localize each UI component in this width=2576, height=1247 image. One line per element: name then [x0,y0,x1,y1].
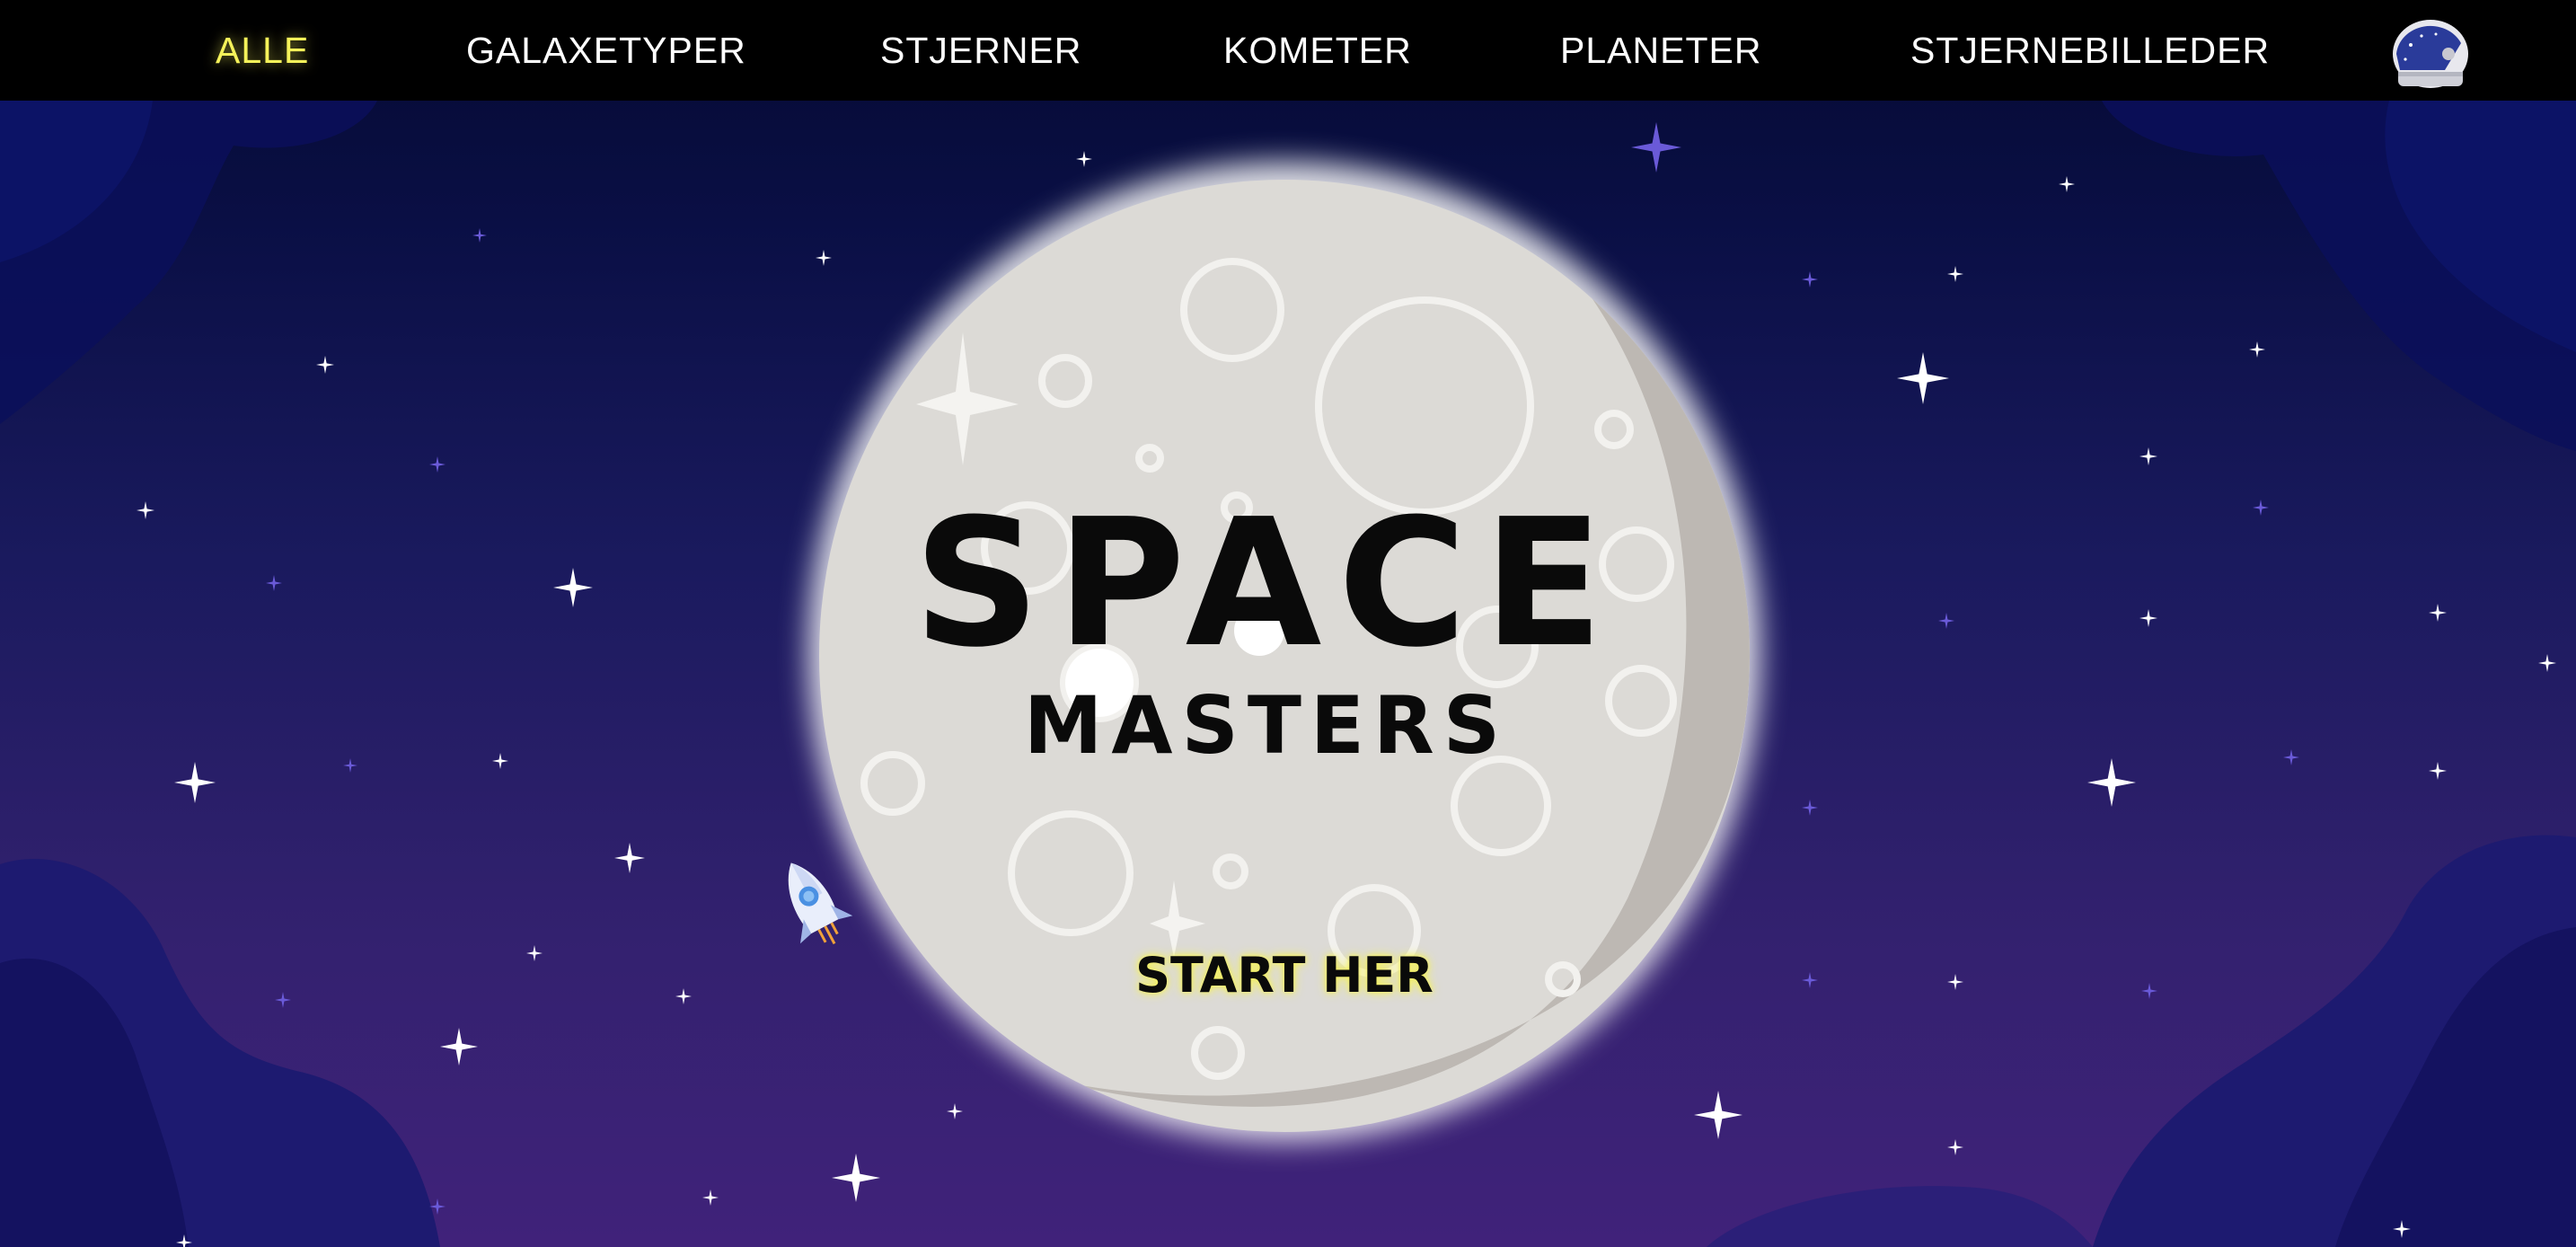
rocket-icon [788,862,853,945]
nav-item-stjerner[interactable]: STJERNER [880,27,1081,74]
nav-item-kometer[interactable]: KOMETER [1223,27,1412,74]
nav-item-alle[interactable]: ALLE [216,27,309,74]
nav-item-planeter[interactable]: PLANETER [1560,27,1761,74]
start-button[interactable]: START HER [1114,942,1455,1010]
astronaut-helmet-icon[interactable] [2391,18,2470,92]
nav-item-galaxetyper[interactable]: GALAXETYPER [466,27,746,74]
hero-subtitle: MASTERS [1023,679,1510,772]
top-navbar: ALLE GALAXETYPER STJERNER KOMETER PLANET… [0,0,2576,101]
hero-title: SPACE [913,482,1620,686]
nav-item-stjernebilleder[interactable]: STJERNEBILLEDER [1910,27,2270,74]
